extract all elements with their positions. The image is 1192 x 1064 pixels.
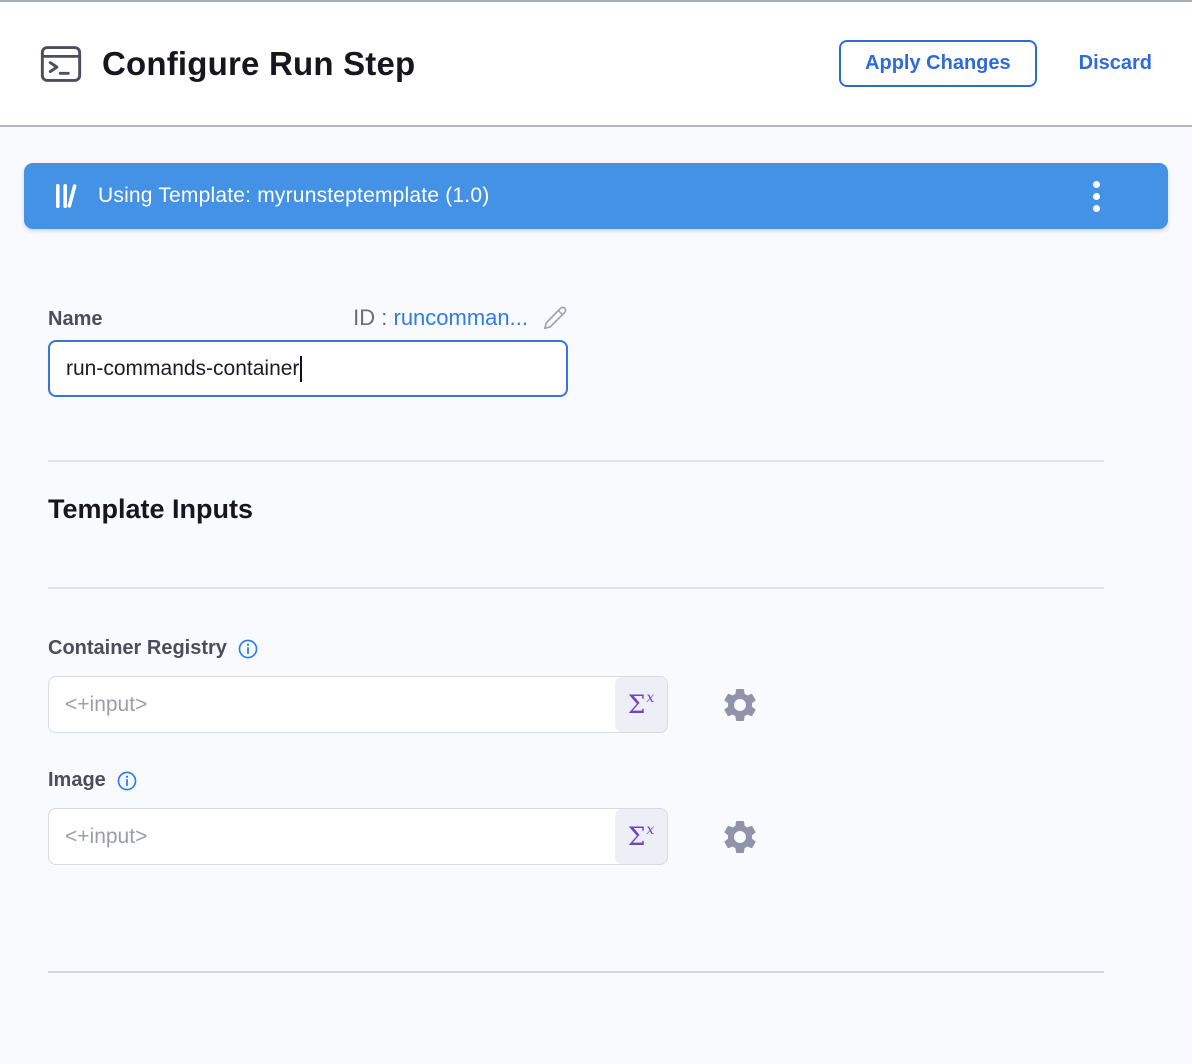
step-id: ID : runcomman... bbox=[353, 305, 528, 331]
name-input-value: run-commands-container bbox=[66, 357, 299, 381]
page-title: Configure Run Step bbox=[102, 45, 415, 83]
name-input[interactable]: run-commands-container bbox=[48, 340, 568, 397]
section-divider bbox=[48, 587, 1104, 589]
info-icon[interactable] bbox=[237, 638, 259, 660]
container-registry-label: Container Registry bbox=[48, 637, 227, 660]
header-actions: Apply Changes Discard bbox=[839, 40, 1152, 87]
step-id-value[interactable]: runcomman... bbox=[394, 305, 529, 330]
image-input-shell: Σx bbox=[48, 808, 668, 865]
template-library-icon bbox=[54, 182, 80, 210]
container-registry-input[interactable] bbox=[49, 677, 615, 732]
step-id-prefix: ID : bbox=[353, 305, 387, 330]
image-input[interactable] bbox=[49, 809, 615, 864]
bottom-divider bbox=[48, 971, 1104, 973]
image-field: Image Σx bbox=[48, 769, 1144, 865]
step-id-group: ID : runcomman... bbox=[353, 305, 568, 331]
info-icon[interactable] bbox=[116, 770, 138, 792]
template-inputs-heading: Template Inputs bbox=[48, 494, 1144, 525]
pencil-edit-icon[interactable] bbox=[542, 305, 568, 331]
panel-body: Using Template: myrunsteptemplate (1.0) … bbox=[0, 127, 1192, 973]
step-form: Name ID : runcomman... run-commands-cont… bbox=[24, 305, 1168, 973]
title-group: Configure Run Step bbox=[40, 45, 415, 83]
apply-changes-button[interactable]: Apply Changes bbox=[839, 40, 1037, 87]
discard-button[interactable]: Discard bbox=[1079, 52, 1152, 75]
panel-header: Configure Run Step Apply Changes Discard bbox=[0, 2, 1192, 127]
sigma-expression-icon[interactable]: Σx bbox=[615, 809, 667, 864]
terminal-icon bbox=[40, 45, 82, 83]
image-label: Image bbox=[48, 769, 106, 792]
section-divider bbox=[48, 460, 1104, 462]
banner-text: Using Template: myrunsteptemplate (1.0) bbox=[98, 184, 1083, 208]
name-label-row: Name ID : runcomman... bbox=[48, 305, 568, 331]
text-cursor bbox=[300, 356, 302, 382]
sigma-expression-icon[interactable]: Σx bbox=[615, 677, 667, 732]
gear-icon[interactable] bbox=[720, 817, 760, 857]
gear-icon[interactable] bbox=[720, 685, 760, 725]
kebab-menu-icon[interactable] bbox=[1083, 175, 1110, 218]
using-template-banner: Using Template: myrunsteptemplate (1.0) bbox=[24, 163, 1168, 229]
container-registry-field: Container Registry Σx bbox=[48, 637, 1144, 733]
name-label: Name bbox=[48, 308, 102, 331]
container-registry-input-shell: Σx bbox=[48, 676, 668, 733]
